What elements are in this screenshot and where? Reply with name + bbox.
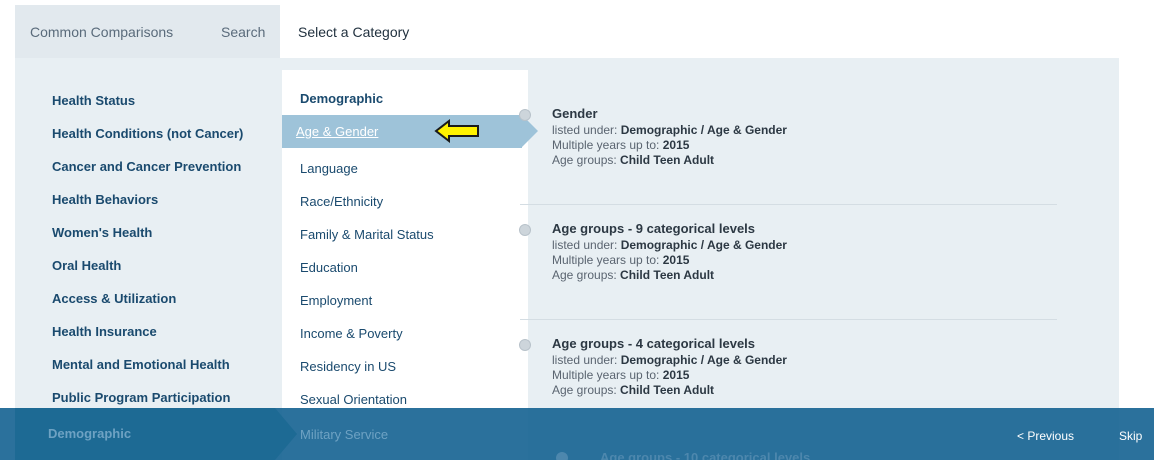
category-panel: Health Status Health Conditions (not Can… xyxy=(15,58,1119,460)
result-radio[interactable] xyxy=(519,339,531,351)
category-demographic-label: Demographic xyxy=(48,426,132,441)
category-health-behaviors[interactable]: Health Behaviors xyxy=(52,192,158,207)
category-cancer[interactable]: Cancer and Cancer Prevention xyxy=(52,159,241,174)
category-access-utilization[interactable]: Access & Utilization xyxy=(52,291,176,306)
category-womens-health[interactable]: Women's Health xyxy=(52,225,152,240)
subcategory-race-ethnicity[interactable]: Race/Ethnicity xyxy=(300,194,383,209)
subcategory-employment[interactable]: Employment xyxy=(300,293,372,308)
category-oral-health[interactable]: Oral Health xyxy=(52,258,121,273)
result-radio[interactable] xyxy=(519,224,531,236)
category-public-program[interactable]: Public Program Participation xyxy=(52,390,230,405)
result-years: Multiple years up to: 2015 xyxy=(552,253,690,267)
subcategory-residency[interactable]: Residency in US xyxy=(300,359,396,374)
tab-common-comparisons[interactable]: Common Comparisons xyxy=(15,5,205,58)
result-radio[interactable] xyxy=(519,109,531,121)
category-mental-health[interactable]: Mental and Emotional Health xyxy=(52,357,230,372)
category-health-status[interactable]: Health Status xyxy=(52,93,135,108)
result-title: Gender xyxy=(552,106,598,121)
result-divider xyxy=(520,319,1057,320)
result-ages: Age groups: Child Teen Adult xyxy=(552,268,715,282)
category-health-insurance[interactable]: Health Insurance xyxy=(52,324,157,339)
subcategory-education[interactable]: Education xyxy=(300,260,358,275)
result-listed: listed under: Demographic / Age & Gender xyxy=(552,123,787,137)
subcategory-military-service[interactable]: Military Service xyxy=(300,427,388,442)
subcategory-language[interactable]: Language xyxy=(300,161,358,176)
result-title: Age groups - 4 categorical levels xyxy=(552,336,756,351)
previous-button[interactable]: < Previous xyxy=(1017,429,1074,443)
result-title: Age groups - 10 categorical levels xyxy=(600,450,811,460)
category-list: Health Status Health Conditions (not Can… xyxy=(15,58,275,460)
result-years: Multiple years up to: 2015 xyxy=(552,368,690,382)
result-years: Multiple years up to: 2015 xyxy=(552,138,690,152)
result-item: Age groups - 9 categorical levels listed… xyxy=(519,221,787,283)
category-demographic[interactable]: Demographic xyxy=(15,408,297,460)
subcategory-header: Demographic xyxy=(300,91,384,106)
subcategory-sexual-orientation[interactable]: Sexual Orientation xyxy=(300,392,407,407)
result-listed: listed under: Demographic / Age & Gender xyxy=(552,353,787,367)
result-radio[interactable] xyxy=(556,452,568,460)
result-ages: Age groups: Child Teen Adult xyxy=(552,383,715,397)
subcategory-age-gender-label: Age & Gender xyxy=(296,124,379,139)
subcategory-list: Demographic Age & Gender Language Race/E… xyxy=(282,70,538,460)
left-arrow-icon xyxy=(434,119,479,143)
result-divider xyxy=(520,204,1057,205)
bottom-nav-bar: Demographic Military Service Age groups … xyxy=(0,408,1154,460)
subcategory-family-marital[interactable]: Family & Marital Status xyxy=(300,227,434,242)
result-item: Gender listed under: Demographic / Age &… xyxy=(519,106,787,168)
tab-select-category[interactable]: Select a Category xyxy=(280,5,440,58)
result-title: Age groups - 9 categorical levels xyxy=(552,221,756,236)
tab-bar: Common Comparisons Search Select a Categ… xyxy=(15,5,440,58)
result-item: Age groups - 4 categorical levels listed… xyxy=(519,336,787,398)
result-listed: listed under: Demographic / Age & Gender xyxy=(552,238,787,252)
subcategory-age-gender[interactable]: Age & Gender xyxy=(282,115,538,148)
category-health-conditions[interactable]: Health Conditions (not Cancer) xyxy=(52,126,243,141)
subcategory-income-poverty[interactable]: Income & Poverty xyxy=(300,326,403,341)
tab-search[interactable]: Search xyxy=(205,5,280,58)
skip-button[interactable]: Skip xyxy=(1119,429,1142,443)
result-ages: Age groups: Child Teen Adult xyxy=(552,153,715,167)
